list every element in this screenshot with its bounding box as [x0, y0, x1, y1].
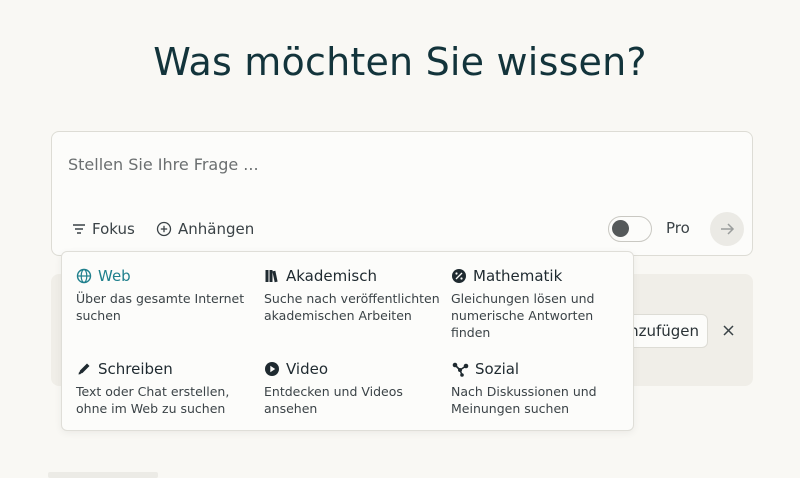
focus-option-social[interactable]: Sozial Nach Diskussionen und Meinungen s… — [451, 359, 631, 417]
focus-option-description: Entdecken und Videos ansehen — [264, 384, 403, 416]
focus-option-label: Web — [98, 267, 131, 285]
bottom-edge-element — [48, 472, 158, 478]
focus-option-label: Mathematik — [473, 267, 563, 285]
page-title: Was möchten Sie wissen? — [153, 40, 647, 84]
focus-option-video[interactable]: Video Entdecken und Videos ansehen — [264, 359, 444, 417]
network-icon — [452, 362, 469, 377]
focus-option-description: Nach Diskussionen und Meinungen suchen — [451, 384, 597, 416]
focus-option-label: Schreiben — [98, 360, 173, 378]
toggle-knob — [612, 220, 629, 237]
percent-badge-icon — [452, 269, 466, 283]
focus-option-description: Text oder Chat erstellen, ohne im Web zu… — [76, 384, 230, 416]
submit-button[interactable] — [710, 212, 744, 246]
arrow-right-icon — [721, 223, 735, 235]
globe-icon — [76, 268, 92, 284]
focus-option-writing[interactable]: Schreiben Text oder Chat erstellen, ohne… — [76, 359, 256, 417]
focus-option-label: Sozial — [475, 360, 520, 378]
focus-label: Fokus — [92, 220, 135, 238]
play-circle-icon — [265, 362, 279, 376]
search-input[interactable] — [68, 152, 728, 176]
filter-lines-icon — [73, 224, 85, 234]
close-icon — [722, 324, 734, 336]
pencil-icon — [78, 363, 90, 375]
focus-option-description: Über das gesamte Internet suchen — [76, 291, 245, 323]
focus-option-label: Video — [286, 360, 329, 378]
pro-label: Pro — [666, 219, 690, 237]
focus-option-math[interactable]: Mathematik Gleichungen lösen und numeris… — [451, 266, 631, 341]
focus-dropdown: Web Über das gesamte Internet suchen Aka… — [61, 251, 634, 431]
focus-option-label: Akademisch — [286, 267, 377, 285]
books-icon — [265, 270, 278, 283]
attach-label: Anhängen — [178, 220, 255, 238]
focus-option-web[interactable]: Web Über das gesamte Internet suchen — [76, 266, 256, 324]
search-box: Fokus Anhängen Pro — [51, 131, 753, 256]
focus-button[interactable]: Fokus — [72, 218, 135, 240]
pro-toggle[interactable] — [608, 216, 652, 242]
focus-option-description: Suche nach veröffentlichten akademischen… — [264, 291, 440, 323]
plus-circle-icon — [156, 221, 172, 237]
add-button-label: nzufügen — [629, 322, 699, 340]
dismiss-button[interactable] — [718, 320, 738, 340]
focus-option-description: Gleichungen lösen und numerische Antwort… — [451, 291, 595, 340]
attach-button[interactable]: Anhängen — [156, 218, 254, 240]
focus-option-academic[interactable]: Akademisch Suche nach veröffentlichten a… — [264, 266, 444, 324]
